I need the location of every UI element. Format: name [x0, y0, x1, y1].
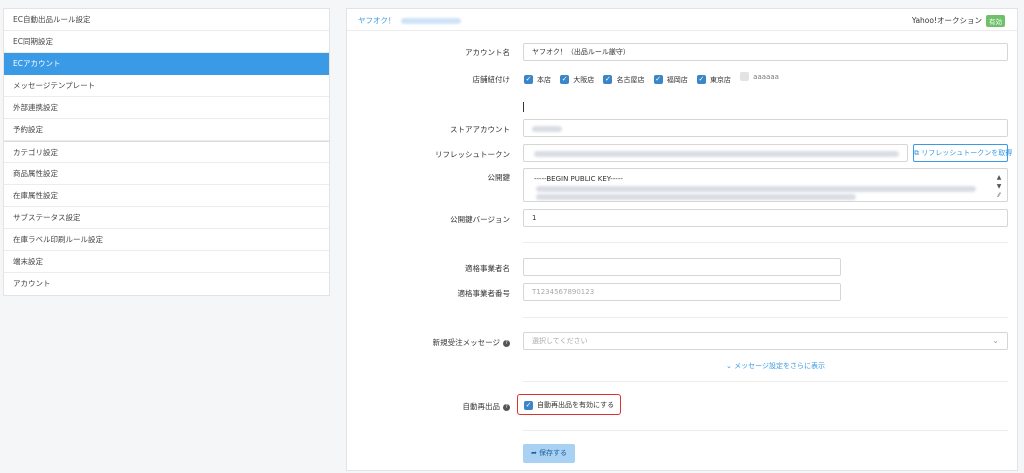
account-name-input[interactable]: ヤフオク！（出品ルール厳守） — [523, 43, 1008, 61]
sidebar-item-substatus[interactable]: サブステータス設定 — [4, 207, 329, 229]
store-checkbox-main[interactable]: ✓ 本店 — [524, 75, 551, 85]
section-divider — [523, 242, 1008, 243]
service-name: Yahoo!オークション — [911, 16, 982, 25]
store-account-input[interactable] — [523, 119, 1008, 137]
section-divider — [523, 317, 1008, 318]
public-key-text: -----BEGIN PUBLIC KEY----- — [534, 175, 623, 183]
redacted-value — [536, 186, 976, 192]
public-key-version-input[interactable]: 1 — [523, 209, 1008, 227]
redacted-value — [536, 194, 856, 200]
auto-relist-checkbox[interactable]: ✓ 自動再出品を有効にする — [524, 400, 614, 410]
new-order-message-label: 新規受注メッセージ? — [390, 337, 510, 348]
public-key-version-label: 公開鍵バージョン — [450, 215, 510, 224]
chevron-down-icon: ⌄ — [992, 336, 999, 345]
panel-header: ヤフオク！ Yahoo!オークション 有効 — [347, 9, 1017, 31]
sidebar-item-category[interactable]: カテゴリ設定 — [4, 141, 329, 163]
auto-relist-checkbox-label: 自動再出品を有効にする — [537, 401, 615, 409]
sidebar-item-account[interactable]: アカウント — [4, 273, 329, 295]
store-label: 福岡店 — [666, 75, 688, 84]
sidebar-item-reservation[interactable]: 予約設定 — [4, 119, 329, 141]
text-cursor — [523, 102, 524, 112]
save-button-label: 保存する — [539, 449, 568, 457]
checkbox-checked-icon: ✓ — [653, 75, 663, 84]
help-icon[interactable]: ? — [503, 403, 510, 411]
help-icon[interactable]: ? — [503, 339, 510, 347]
store-checkbox-fukuoka[interactable]: ✓ 福岡店 — [653, 75, 688, 85]
panel-title: ヤフオク！ — [358, 15, 462, 26]
public-key-label: 公開鍵 — [487, 173, 511, 182]
panel-title-text: ヤフオク！ — [358, 16, 396, 25]
auto-relist-label-text: 自動再出品 — [462, 402, 501, 411]
store-checkbox-tokyo[interactable]: ✓ 東京店 — [696, 75, 731, 85]
sidebar-item-ec-sync[interactable]: EC同期設定 — [4, 31, 329, 53]
refresh-button-label: リフレッシュトークンを取得 — [921, 149, 1013, 157]
checkbox-checked-icon: ✓ — [524, 75, 533, 84]
store-label: 名古屋店 — [616, 75, 645, 84]
status-badge: 有効 — [986, 15, 1005, 27]
share-arrow-icon: ➦ — [530, 449, 540, 457]
sidebar-item-terminal[interactable]: 端末設定 — [4, 251, 329, 273]
refresh-token-input[interactable] — [523, 144, 908, 162]
sidebar-item-stock-attributes[interactable]: 在庫属性設定 — [4, 185, 329, 207]
textarea-scrollbar[interactable]: ▲ ▼ ⁄⁄ — [995, 173, 1003, 199]
redacted-account-id — [401, 18, 462, 24]
sidebar-item-ec-auto-listing[interactable]: EC自動出品ルール設定 — [4, 9, 329, 31]
sidebar-item-stock-label-print[interactable]: 在庫ラベル印刷ルール設定 — [4, 229, 329, 251]
store-checkbox-nagoya[interactable]: ✓ 名古屋店 — [603, 75, 644, 85]
redacted-value — [532, 126, 562, 132]
sidebar-item-product-attributes[interactable]: 商品属性設定 — [4, 163, 329, 185]
checkbox-checked-icon: ✓ — [560, 75, 570, 84]
new-order-message-label-text: 新規受注メッセージ — [432, 338, 500, 347]
business-name-input[interactable] — [523, 258, 841, 276]
sidebar-item-ec-account[interactable]: ECアカウント — [4, 53, 329, 75]
stores-label: 店舗紐付け — [472, 75, 511, 84]
sidebar-menu: EC自動出品ルール設定 EC同期設定 ECアカウント メッセージテンプレート 外… — [3, 8, 330, 296]
get-refresh-token-button[interactable]: ⧉ リフレッシュトークンを取得 — [913, 144, 1012, 162]
store-label: 東京店 — [709, 75, 731, 84]
checkbox-checked-icon: ✓ — [524, 400, 533, 410]
store-label: 本店 — [537, 75, 551, 84]
store-checkboxes: ✓ 本店 ✓ 大阪店 ✓ 名古屋店 ✓ 福岡店 ✓ 東京店 aaaaaa — [524, 72, 786, 85]
store-label: 大阪店 — [573, 75, 595, 84]
section-divider — [523, 381, 1008, 382]
redacted-value — [534, 151, 899, 157]
business-number-label: 適格事業者番号 — [457, 289, 511, 298]
refresh-token-label: リフレッシュトークン — [435, 150, 510, 159]
sidebar-item-message-template[interactable]: メッセージテンプレート — [4, 75, 329, 97]
business-name-label: 適格事業者名 — [465, 264, 510, 273]
show-more-messages-link[interactable]: ⌄ メッセージ設定をさらに表示 — [726, 361, 825, 371]
save-button[interactable]: ➦ 保存する — [523, 444, 575, 463]
checkbox-checked-icon: ✓ — [696, 75, 706, 84]
section-divider — [523, 430, 1008, 431]
store-label: aaaaaa — [753, 72, 779, 81]
store-account-label: ストアアカウント — [450, 125, 510, 134]
new-order-message-select[interactable]: 選択してください ⌄ — [523, 332, 1008, 350]
public-key-textarea[interactable]: -----BEGIN PUBLIC KEY----- ▲ ▼ ⁄⁄ — [523, 168, 1008, 202]
select-placeholder: 選択してください — [532, 337, 588, 345]
store-checkbox-osaka[interactable]: ✓ 大阪店 — [560, 75, 594, 85]
service-status: Yahoo!オークション 有効 — [912, 15, 1005, 27]
sidebar-item-external-integration[interactable]: 外部連携設定 — [4, 97, 329, 119]
auto-relist-label: 自動再出品? — [390, 401, 510, 412]
account-name-label: アカウント名 — [465, 48, 510, 57]
checkbox-checked-icon: ✓ — [603, 75, 613, 84]
business-number-input[interactable]: T1234567890123 — [523, 283, 841, 301]
store-checkbox-aaaaaa[interactable]: aaaaaa — [740, 72, 779, 81]
checkbox-unchecked-icon — [740, 72, 750, 81]
